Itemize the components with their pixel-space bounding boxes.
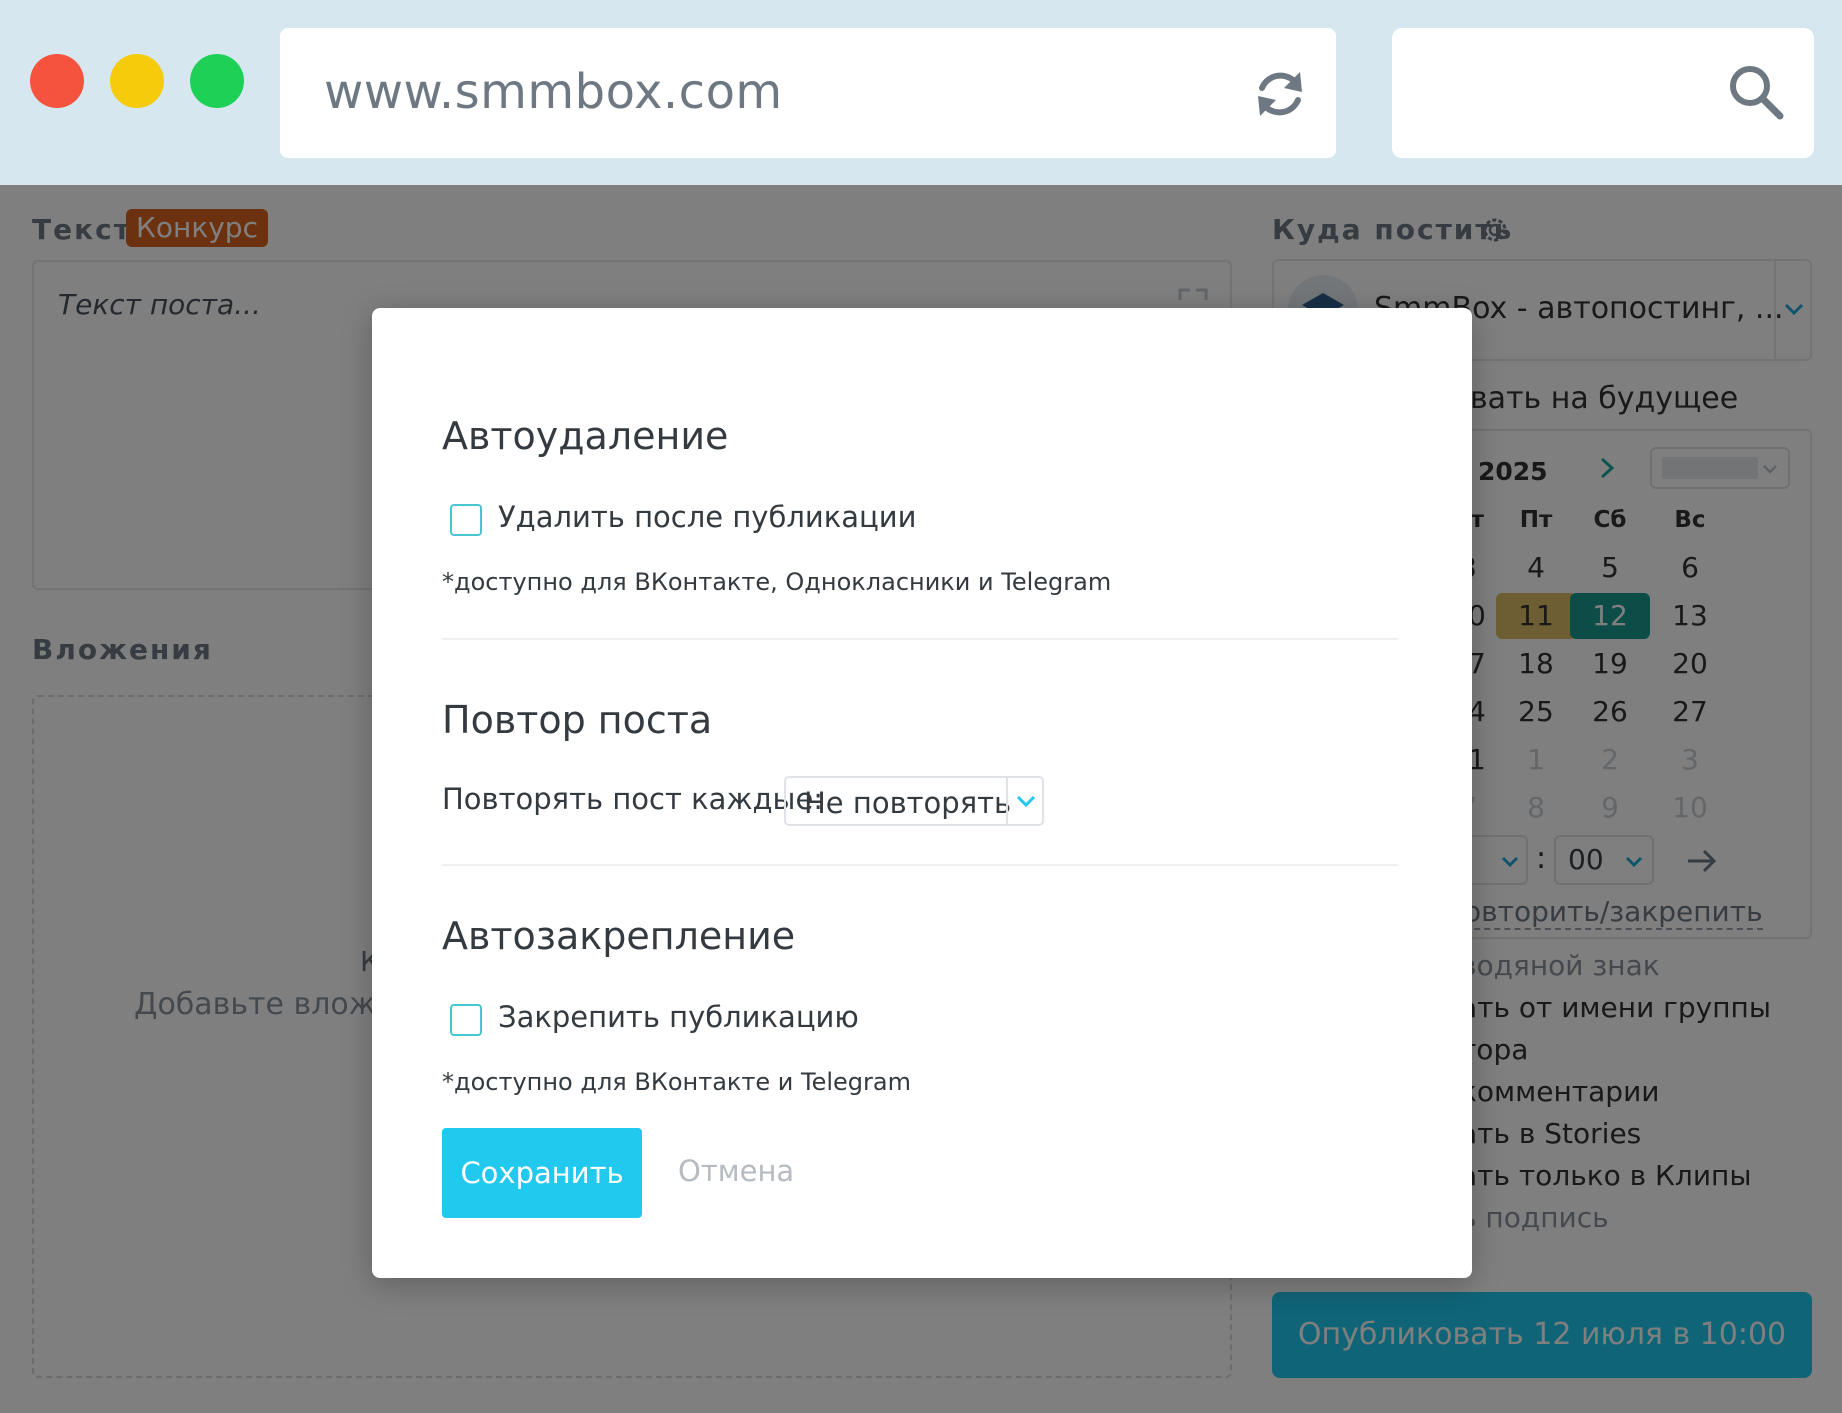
repeat-interval-select[interactable]: Не повторять [784, 776, 1044, 826]
autopin-title: Автозакрепление [442, 914, 796, 958]
divider [442, 638, 1398, 640]
browser-chrome: www.smmbox.com [0, 0, 1842, 185]
repeat-interval-value: Не повторять [804, 786, 1012, 820]
pin-note: *доступно для ВКонтакте и Telegram [442, 1068, 911, 1096]
chevron-down-icon [1016, 795, 1036, 808]
url-text: www.smmbox.com [324, 64, 783, 120]
autodelete-checkbox[interactable] [450, 504, 482, 536]
reload-icon[interactable] [1250, 64, 1310, 124]
autodelete-checkbox-label[interactable]: Удалить после публикации [498, 500, 916, 534]
repeat-label: Повторять пост каждые: [442, 782, 824, 816]
browser-search-bar[interactable] [1392, 28, 1814, 158]
address-bar[interactable]: www.smmbox.com [280, 28, 1336, 158]
divider [442, 864, 1398, 866]
pin-checkbox[interactable] [450, 1004, 482, 1036]
window-close-button[interactable] [30, 54, 84, 108]
repeat-dropdown-toggle[interactable] [1006, 778, 1042, 824]
pin-checkbox-label[interactable]: Закрепить публикацию [498, 1000, 859, 1034]
save-button[interactable]: Сохранить [442, 1128, 642, 1218]
autodelete-title: Автоудаление [442, 414, 729, 458]
cancel-button[interactable]: Отмена [678, 1154, 794, 1188]
repeat-title: Повтор поста [442, 698, 713, 742]
search-icon[interactable] [1726, 62, 1786, 122]
window-maximize-button[interactable] [190, 54, 244, 108]
post-settings-modal: Автоудаление Удалить после публикации *д… [372, 308, 1472, 1278]
autodelete-note: *доступно для ВКонтакте, Однокласники и … [442, 568, 1112, 596]
window-minimize-button[interactable] [110, 54, 164, 108]
